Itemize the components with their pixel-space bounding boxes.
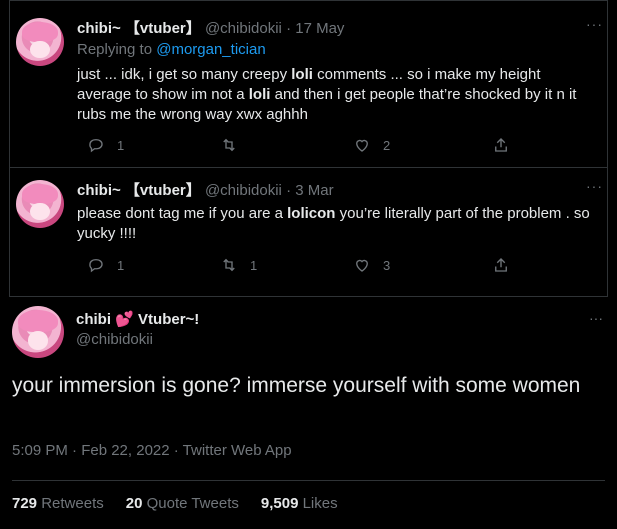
avatar[interactable] bbox=[16, 180, 64, 228]
tweet-text: just ... idk, i get so many creepy loli … bbox=[77, 65, 597, 125]
tweet-actions: 1 1 3 bbox=[77, 256, 517, 276]
retweet-count: 1 bbox=[250, 257, 258, 273]
separator-dot: · bbox=[286, 20, 292, 37]
stat-value: 9,509 bbox=[260, 495, 299, 512]
retweets-stat[interactable]: 729 Retweets bbox=[12, 495, 104, 512]
divider bbox=[12, 480, 605, 481]
tweet-actions: 1 2 bbox=[77, 136, 517, 156]
stat-value: 20 bbox=[125, 495, 143, 512]
tweet-header: chibi~ 【vtuber】 @chibidokii · 17 May bbox=[77, 19, 344, 39]
main-avatar[interactable] bbox=[12, 306, 64, 358]
user-handle[interactable]: @chibidokii bbox=[205, 182, 282, 199]
reply-button[interactable]: 1 bbox=[87, 256, 124, 274]
replying-to-label: Replying to bbox=[77, 41, 157, 58]
stat-label: Quote Tweets bbox=[146, 495, 239, 512]
tweet-timestamp[interactable]: 5:09 PM · Feb 22, 2022 · Twitter Web App bbox=[12, 442, 292, 459]
reply-count: 1 bbox=[117, 257, 125, 273]
stat-label: Likes bbox=[302, 495, 338, 512]
main-user-handle[interactable]: @chibidokii bbox=[76, 331, 153, 348]
share-button[interactable] bbox=[492, 136, 510, 154]
display-name[interactable]: chibi~ 【vtuber】 bbox=[77, 182, 201, 199]
tweet-text: please dont tag me if you are a lolicon … bbox=[77, 204, 597, 244]
more-icon[interactable]: ··· bbox=[586, 16, 603, 32]
like-count: 3 bbox=[383, 257, 391, 273]
tweet-date[interactable]: 17 May bbox=[295, 20, 344, 37]
text-segment: just ... idk, i get so many creepy bbox=[77, 66, 292, 83]
retweet-button[interactable]: 1 bbox=[220, 256, 257, 274]
retweet-button[interactable] bbox=[220, 136, 250, 154]
tweet-date[interactable]: 3 Mar bbox=[295, 182, 333, 199]
engagement-stats: 729 Retweets 20 Quote Tweets 9,509 Likes bbox=[12, 495, 338, 512]
stat-label: Retweets bbox=[41, 495, 104, 512]
stat-value: 729 bbox=[12, 495, 38, 512]
name-text: chibi bbox=[76, 311, 112, 328]
user-handle[interactable]: @chibidokii bbox=[205, 20, 282, 37]
main-display-name[interactable]: chibi 💕 Vtuber~! bbox=[76, 310, 199, 328]
like-button[interactable]: 2 bbox=[353, 136, 390, 154]
more-icon[interactable]: ··· bbox=[589, 310, 603, 326]
text-segment: please dont tag me if you are a bbox=[77, 205, 288, 222]
two-hearts-icon: 💕 bbox=[115, 311, 134, 328]
reply-button[interactable]: 1 bbox=[87, 136, 124, 154]
display-name[interactable]: chibi~ 【vtuber】 bbox=[77, 20, 201, 37]
like-icon bbox=[356, 259, 368, 272]
more-icon[interactable]: ··· bbox=[586, 178, 603, 194]
share-icon bbox=[495, 258, 507, 272]
quote-tweets-stat[interactable]: 20 Quote Tweets bbox=[126, 495, 239, 512]
like-count: 2 bbox=[383, 137, 391, 153]
text-highlight: lolicon bbox=[287, 205, 336, 222]
share-icon bbox=[495, 138, 507, 152]
main-tweet-text: your immersion is gone? immerse yourself… bbox=[12, 374, 581, 397]
mention-link[interactable]: @morgan_tician bbox=[156, 41, 265, 58]
like-icon bbox=[356, 139, 368, 152]
like-button[interactable]: 3 bbox=[353, 256, 390, 274]
reply-icon bbox=[89, 259, 103, 273]
retweet-icon bbox=[223, 138, 235, 152]
reply-icon bbox=[89, 139, 103, 153]
replying-to-line: Replying to @morgan_tician bbox=[77, 41, 266, 58]
share-button[interactable] bbox=[492, 256, 510, 274]
reply-count: 1 bbox=[117, 137, 125, 153]
tweet-header: chibi~ 【vtuber】 @chibidokii · 3 Mar bbox=[77, 181, 334, 201]
likes-stat[interactable]: 9,509 Likes bbox=[261, 495, 338, 512]
text-highlight: loli bbox=[248, 86, 271, 103]
name-text: Vtuber~! bbox=[133, 311, 200, 328]
avatar[interactable] bbox=[16, 18, 64, 66]
text-highlight: loli bbox=[291, 66, 313, 83]
separator-dot: · bbox=[286, 182, 292, 199]
retweet-icon bbox=[223, 258, 235, 272]
